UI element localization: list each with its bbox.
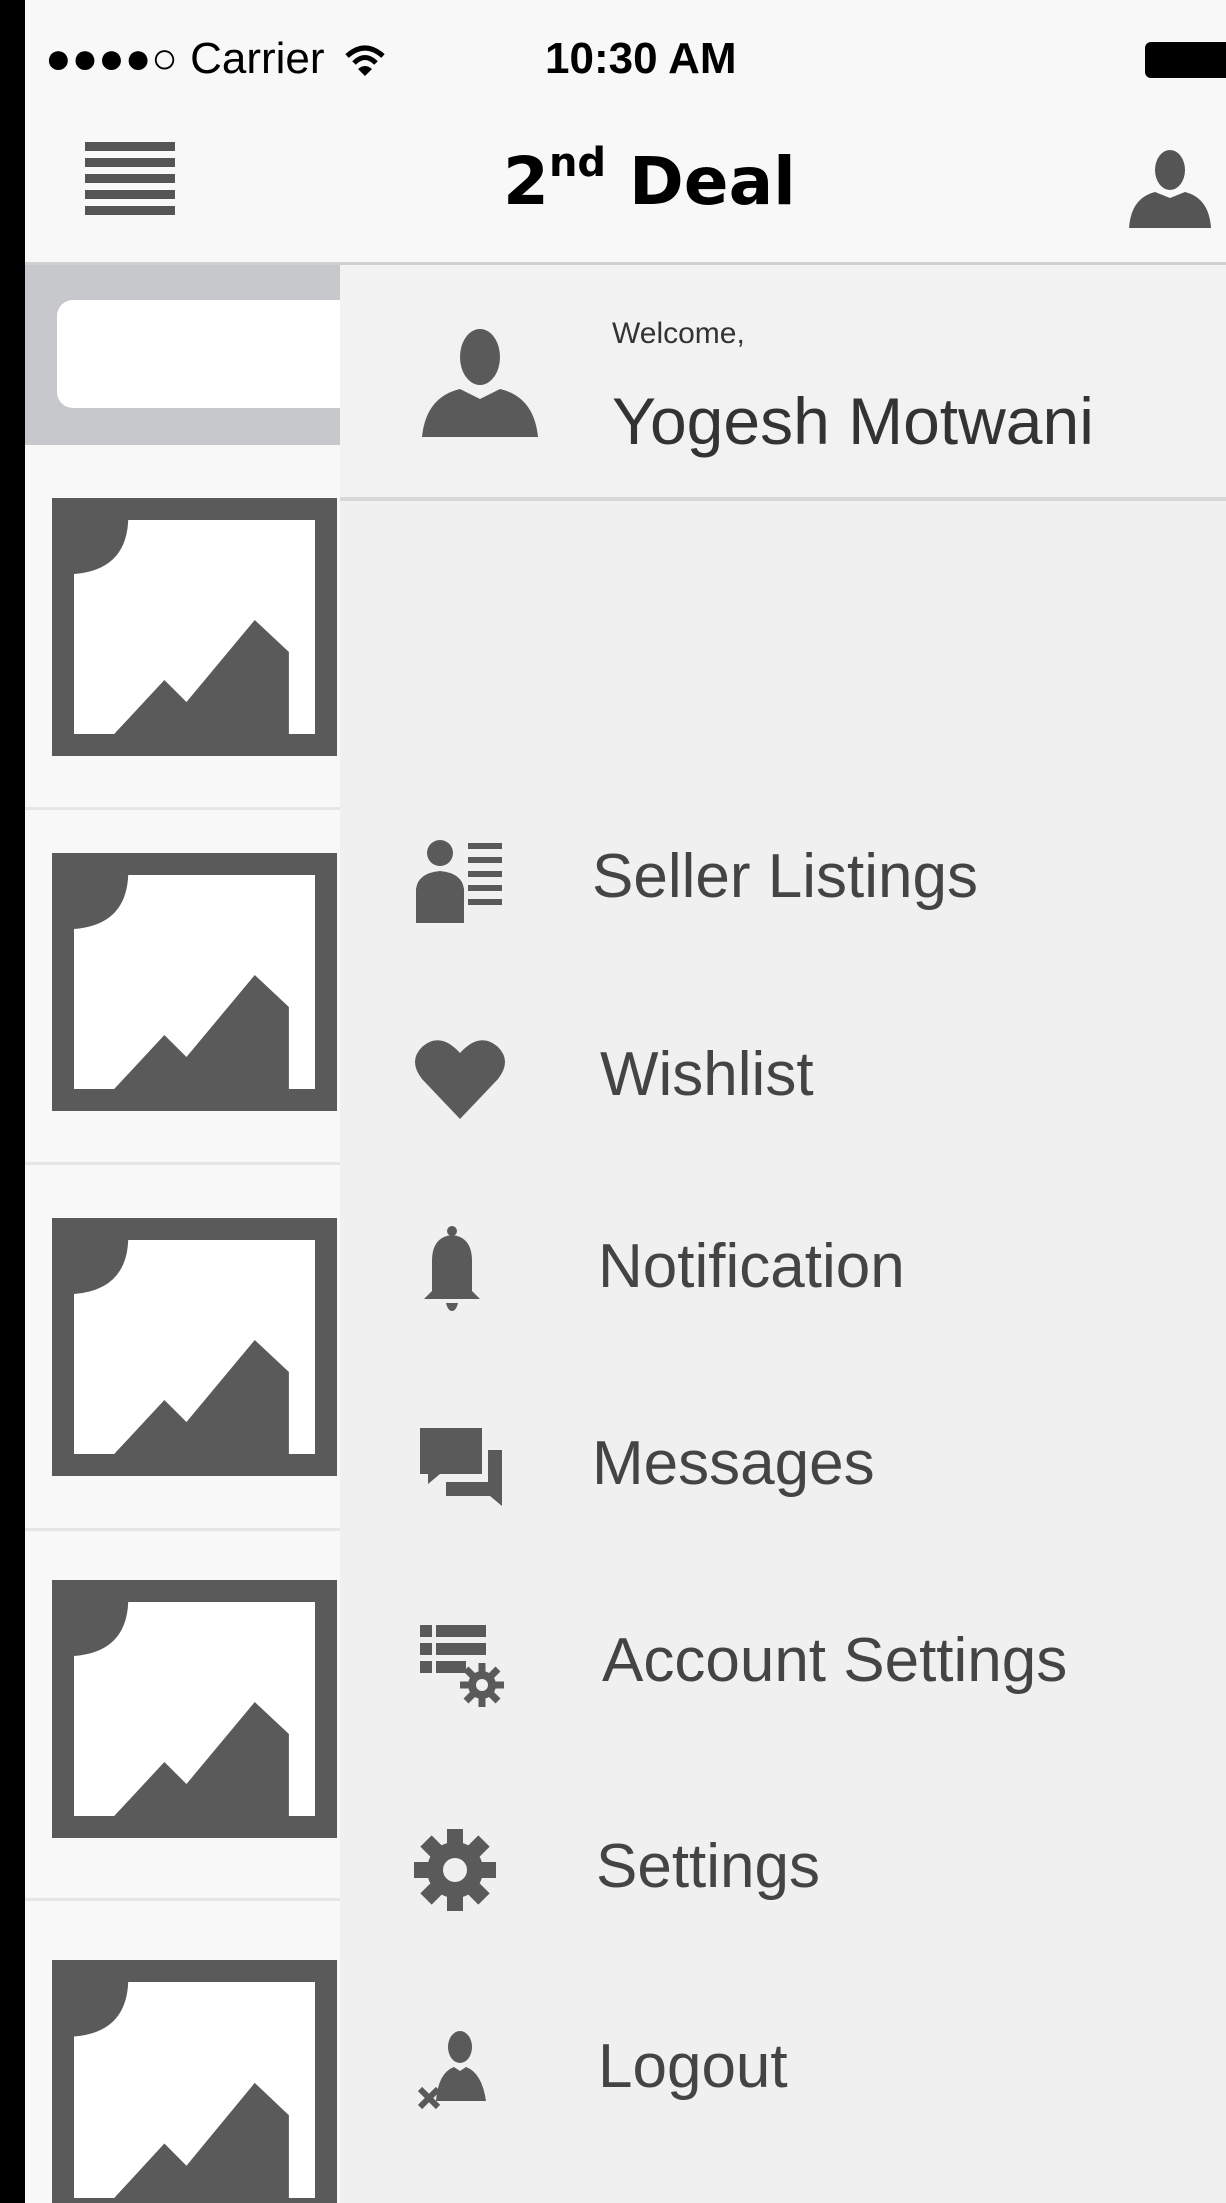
image-placeholder[interactable]	[52, 1218, 337, 1476]
menu-item-account-settings[interactable]: Account Settings	[340, 1589, 1226, 1729]
side-drawer: Welcome, Yogesh Motwani Seller Listings …	[340, 265, 1226, 2203]
seller-listings-icon	[416, 840, 502, 923]
image-placeholder[interactable]	[52, 853, 337, 1111]
image-icon	[74, 1602, 289, 1816]
menu-item-label: Logout	[598, 2032, 788, 2101]
user-icon[interactable]	[1125, 148, 1215, 228]
clock: 10:30 AM	[545, 34, 737, 83]
avatar-icon	[422, 329, 538, 437]
hamburger-icon[interactable]	[85, 142, 175, 232]
menu-item-messages[interactable]: Messages	[340, 1392, 1226, 1532]
heart-icon	[415, 1040, 505, 1119]
menu-item-label: Account Settings	[602, 1626, 1068, 1695]
status-bar: ●●●●○ Carrier 10:30 AM	[25, 0, 1226, 120]
image-placeholder[interactable]	[52, 1580, 337, 1838]
menu-item-label: Notification	[598, 1232, 905, 1301]
menu-item-label: Wishlist	[600, 1040, 814, 1109]
menu-item-logout[interactable]: Logout	[340, 1995, 1226, 2135]
image-icon	[74, 520, 289, 734]
menu-item-label: Messages	[592, 1429, 875, 1498]
bell-icon	[424, 1226, 480, 1311]
logout-icon	[417, 2031, 486, 2110]
menu-item-label: Seller Listings	[592, 842, 978, 911]
app-title: 2nd Deal	[503, 140, 796, 220]
image-placeholder[interactable]	[52, 1960, 337, 2203]
app-screen: ●●●●○ Carrier 10:30 AM 2nd Deal Welcome,…	[25, 0, 1226, 2203]
account-settings-icon	[420, 1625, 504, 1707]
battery-icon	[1145, 42, 1226, 78]
drawer-header: Welcome, Yogesh Motwani	[340, 265, 1226, 501]
user-name: Yogesh Motwani	[612, 384, 1094, 458]
menu-item-settings[interactable]: Settings	[340, 1795, 1226, 1935]
menu-item-wishlist[interactable]: Wishlist	[340, 1003, 1226, 1143]
gear-icon	[414, 1829, 496, 1911]
menu-item-seller-listings[interactable]: Seller Listings	[340, 805, 1226, 945]
image-placeholder[interactable]	[52, 498, 337, 756]
chat-icon	[420, 1428, 502, 1506]
wifi-icon	[345, 45, 385, 77]
menu-item-label: Settings	[596, 1832, 821, 1901]
image-icon	[74, 1982, 289, 2198]
image-icon	[74, 1240, 289, 1454]
image-icon	[74, 875, 289, 1089]
welcome-text: Welcome,	[612, 317, 745, 350]
menu-item-notification[interactable]: Notification	[340, 1195, 1226, 1335]
nav-bar: 2nd Deal	[25, 120, 1226, 265]
carrier-label: ●●●●○ Carrier	[45, 34, 387, 84]
